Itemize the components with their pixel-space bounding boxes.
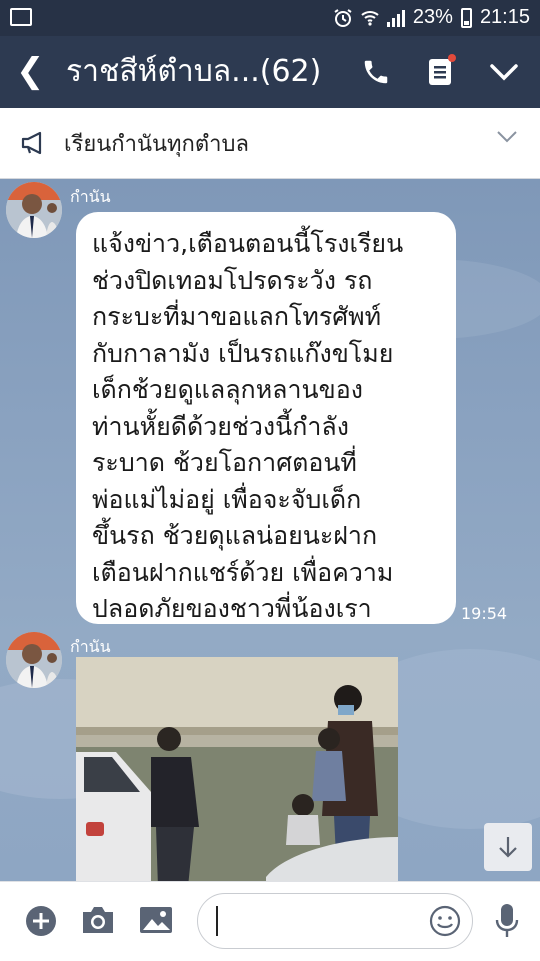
announcement-text: เรียนกำนันทุกตำบล [64,132,249,157]
status-right: 23% 21:15 [333,6,530,29]
image-icon[interactable] [138,904,174,936]
plus-icon[interactable] [24,904,58,938]
message-input[interactable] [222,904,420,940]
emoji-icon[interactable] [428,904,462,938]
scroll-down-button[interactable] [484,823,532,871]
message-line: ช่วงปิดเทอมโปรดระวัง รถ [92,265,373,295]
phone-icon[interactable] [358,54,394,90]
notes-icon[interactable] [422,54,458,90]
avatar[interactable] [6,632,62,688]
message-line: เตือนฝากแชร์ด้วย เพื่อความ [92,557,394,587]
chat-area[interactable]: กำนัน แจ้งข่าว,เตือนตอนนี้โรงเรียน ช่วงป… [0,179,540,881]
avatar[interactable] [6,182,62,238]
gallery-icon [10,8,32,26]
chevron-down-icon[interactable] [486,54,522,90]
clock: 21:15 [479,6,530,28]
message-time: 19:54 [461,604,508,623]
message-line: กับกาลามัง เป็นรถแก๊งขโมย [92,338,394,368]
message-line: ขึ้นรถ ช้วยดุแลน่อยนะฝาก [92,521,378,550]
megaphone-icon [21,131,42,155]
composer-bar [0,881,540,961]
message-line: เด็กช้วยดูแลลุกหลานของ [92,375,363,404]
notification-dot [448,54,456,62]
microphone-icon[interactable] [494,902,520,940]
message-bubble[interactable]: แจ้งข่าว,เตือนตอนนี้โรงเรียน ช่วงปิดเทอม… [76,212,456,624]
camera-icon[interactable] [80,904,116,936]
message-line: ปลอดภัยของชาวพี่น้องเรา [92,594,372,623]
text-cursor [216,906,218,936]
image-message[interactable] [76,657,398,881]
arrow-down-icon [499,837,517,858]
alarm-icon [334,8,352,27]
status-bar: 23% 21:15 [0,0,540,36]
chat-title[interactable]: ราชสีห์ตำบล...(62) [66,50,321,94]
sender-name: กำนัน [70,187,111,206]
announcement-chevron-down-icon[interactable] [496,130,518,144]
back-icon[interactable]: ❮ [16,54,45,88]
battery-percent: 23% [412,6,453,28]
message-line: แจ้งข่าว,เตือนตอนนี้โรงเรียน [92,229,404,258]
signal-icon [386,9,405,27]
message-line: กระบะที่มาขอแลกโทรศัพท์ [92,302,382,331]
announcement-bar[interactable]: เรียนกำนันทุกตำบล [0,108,540,179]
message-line: ท่านหั้ยดีด้วยช่วงนี้กำลัง [92,411,349,441]
chat-header: ❮ ราชสีห์ตำบล...(62) [0,36,540,108]
battery-icon [460,7,472,28]
message-line: ระบาด ช้วยโอกาศตอนที่ [92,448,357,477]
wifi-icon [361,10,379,26]
message-input-box[interactable] [197,893,473,949]
message-line: พ่อแม่ไม่อยู่ เพื่อจะจับเด็ก [92,484,362,514]
